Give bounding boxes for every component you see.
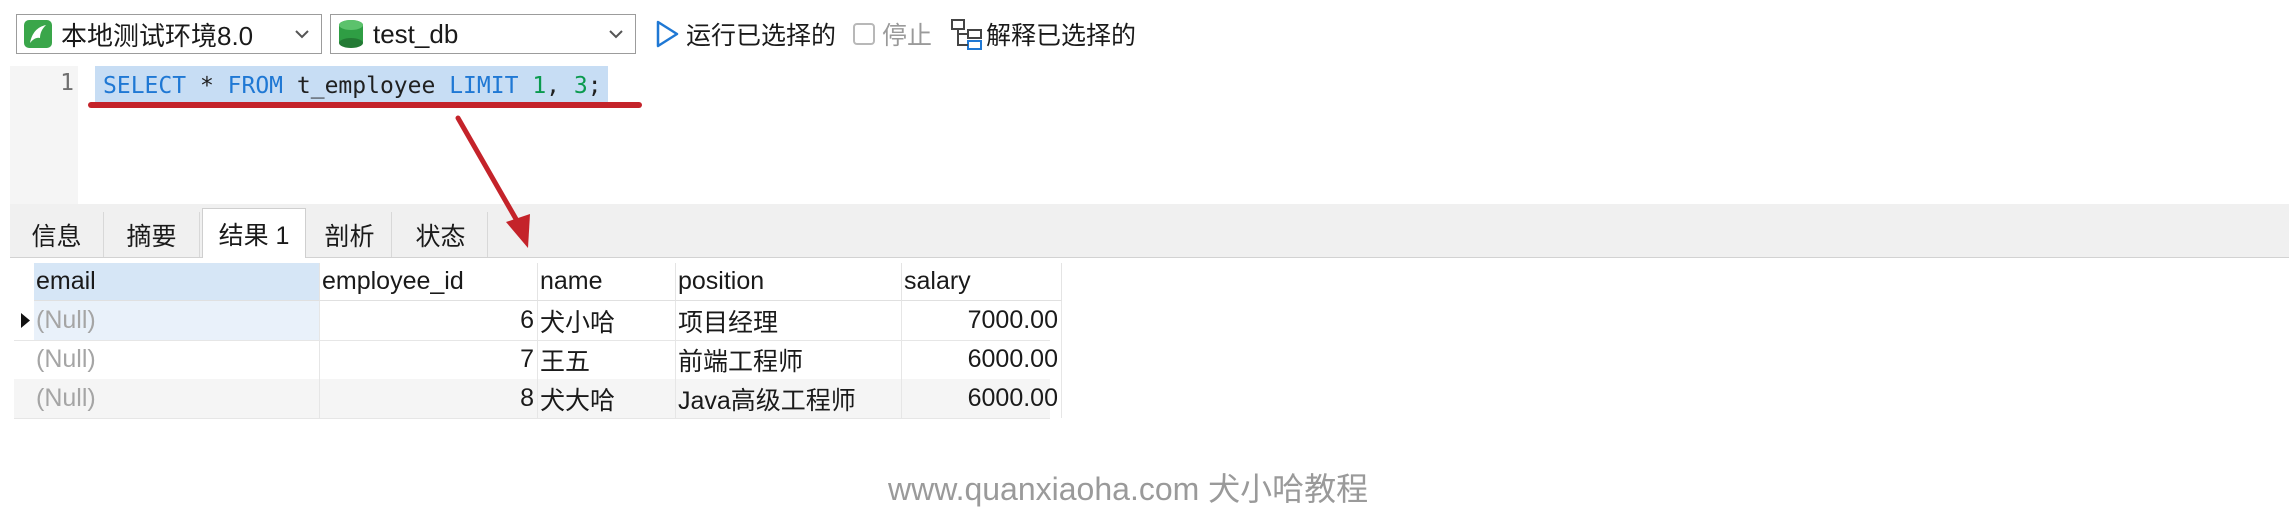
result-tabs: 信息 摘要 结果 1 剖析 状态 <box>10 204 2289 258</box>
column-header-email[interactable]: email <box>34 263 320 301</box>
line-number: 1 <box>60 70 74 96</box>
tab-summary[interactable]: 摘要 <box>104 212 200 257</box>
run-selected-label: 运行已选择的 <box>686 22 837 50</box>
sql-keyword-limit: LIMIT <box>449 73 519 99</box>
sql-editor[interactable]: 1 SELECT * FROM t_employee LIMIT 1, 3; <box>10 66 2289 204</box>
current-row-indicator-icon <box>14 301 34 340</box>
sql-keyword-select: SELECT <box>103 73 187 99</box>
cell-salary[interactable]: 6000.00 <box>902 379 1062 418</box>
cell-salary[interactable]: 6000.00 <box>902 340 1062 379</box>
cell-position[interactable]: 项目经理 <box>676 301 902 340</box>
database-label: test_db <box>373 18 459 49</box>
cell-employee-id[interactable]: 8 <box>320 379 538 418</box>
cell-employee-id[interactable]: 7 <box>320 340 538 379</box>
connection-select[interactable]: 本地测试环境8.0 <box>16 14 322 54</box>
stop-label: 停止 <box>882 22 933 50</box>
line-gutter: 1 <box>10 66 78 204</box>
database-select[interactable]: test_db <box>330 14 636 54</box>
cell-email[interactable]: (Null) <box>34 301 320 340</box>
sql-keyword-from: FROM <box>227 73 284 99</box>
stop-button[interactable]: 停止 <box>852 16 932 52</box>
sql-semicolon: ; <box>587 73 602 99</box>
sql-comma: , <box>546 73 574 99</box>
cell-salary[interactable]: 7000.00 <box>902 301 1062 340</box>
column-header-salary[interactable]: salary <box>902 263 1062 301</box>
connection-icon <box>23 19 53 49</box>
cell-email[interactable]: (Null) <box>34 340 320 379</box>
cell-email[interactable]: (Null) <box>34 379 320 418</box>
cell-position[interactable]: Java高级工程师 <box>676 379 902 418</box>
chevron-down-icon <box>607 25 625 48</box>
sql-offset-number: 1 <box>532 73 547 99</box>
table-row[interactable]: (Null) 7 王五 前端工程师 6000.00 <box>14 340 1062 380</box>
tab-info[interactable]: 信息 <box>10 212 104 257</box>
explain-icon <box>950 17 984 51</box>
annotation-arrow-icon <box>455 115 530 248</box>
column-header-employee-id[interactable]: employee_id <box>320 263 538 301</box>
sql-code-line[interactable]: SELECT * FROM t_employee LIMIT 1, 3; <box>95 66 608 106</box>
table-row[interactable]: (Null) 6 犬小哈 项目经理 7000.00 <box>14 301 1062 341</box>
connection-label: 本地测试环境8.0 <box>61 20 254 51</box>
tab-result-1[interactable]: 结果 1 <box>202 208 306 258</box>
cell-name[interactable]: 犬大哈 <box>538 379 676 418</box>
play-icon <box>654 19 680 49</box>
sql-star: * <box>186 73 228 99</box>
table-row[interactable]: (Null) 8 犬大哈 Java高级工程师 6000.00 <box>14 379 1062 419</box>
cell-employee-id[interactable]: 6 <box>320 301 538 340</box>
watermark: www.quanxiaoha.com 犬小哈教程 <box>888 471 1369 507</box>
column-header-position[interactable]: position <box>676 263 902 301</box>
explain-selected-label: 解释已选择的 <box>986 22 1137 50</box>
cell-position[interactable]: 前端工程师 <box>676 340 902 379</box>
toolbar: 本地测试环境8.0 test_db 运行已选择的 停止 解释已选择的 <box>0 0 2289 66</box>
tab-profile[interactable]: 剖析 <box>308 212 392 257</box>
explain-selected-button[interactable]: 解释已选择的 <box>950 16 1136 52</box>
sql-space <box>518 73 532 99</box>
sql-count-number: 3 <box>573 73 588 99</box>
cell-name[interactable]: 犬小哈 <box>538 301 676 340</box>
sql-table-name: t_employee <box>283 73 450 99</box>
annotation-underline <box>88 102 642 108</box>
stop-icon <box>852 22 876 46</box>
cell-name[interactable]: 王五 <box>538 340 676 379</box>
database-icon <box>337 19 365 49</box>
run-selected-button[interactable]: 运行已选择的 <box>654 16 836 52</box>
chevron-down-icon <box>293 25 311 48</box>
column-header-name[interactable]: name <box>538 263 676 301</box>
